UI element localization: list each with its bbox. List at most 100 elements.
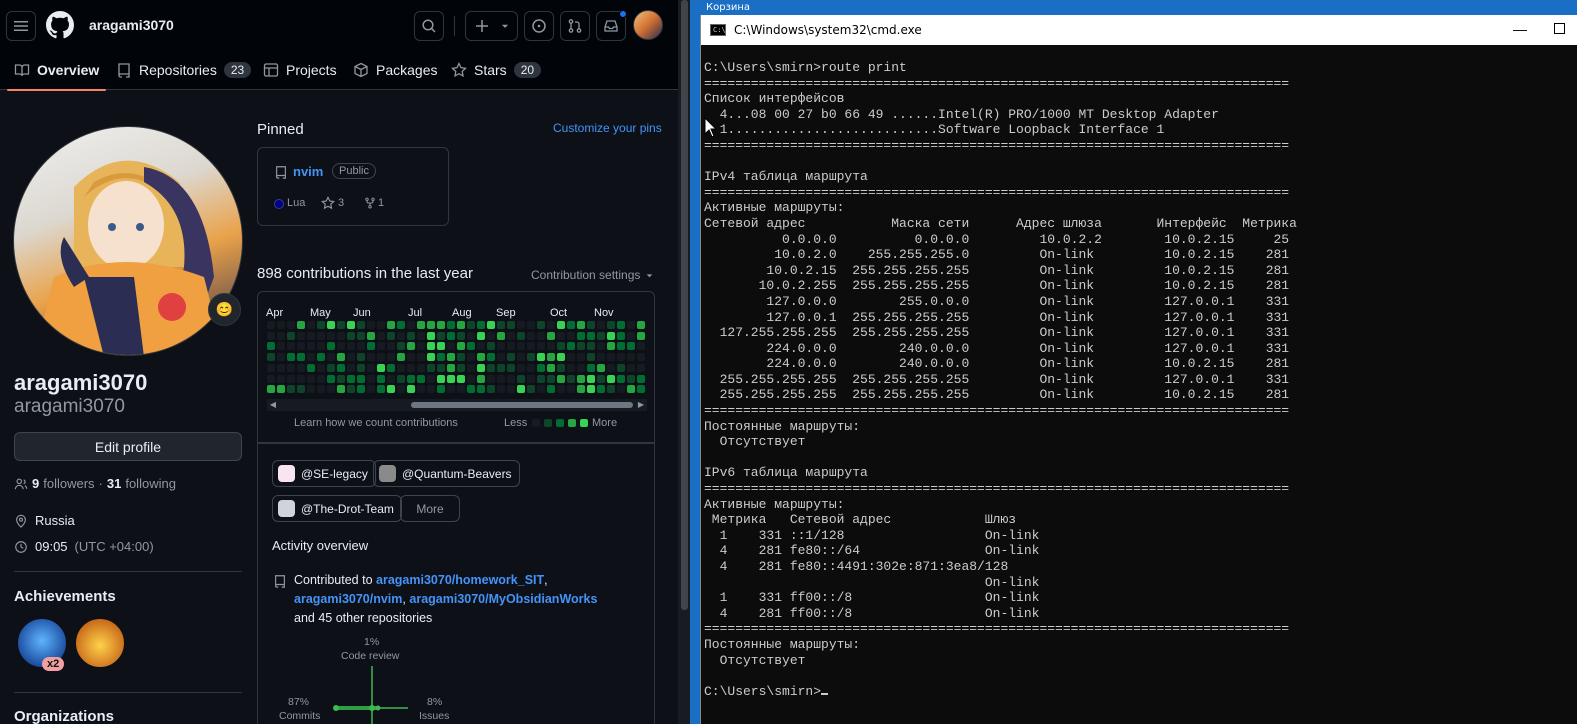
- calendar-day[interactable]: [417, 353, 425, 362]
- calendar-day[interactable]: [297, 331, 305, 340]
- calendar-day[interactable]: [287, 353, 295, 362]
- calendar-day[interactable]: [327, 342, 335, 351]
- calendar-day[interactable]: [267, 374, 275, 383]
- org-badge-quantum-beavers[interactable]: @Quantum-Beavers: [373, 460, 520, 487]
- scroll-left-icon[interactable]: ◀: [267, 399, 279, 411]
- calendar-day[interactable]: [507, 363, 515, 372]
- calendar-day[interactable]: [487, 374, 495, 383]
- calendar-day[interactable]: [357, 321, 365, 329]
- calendar-day[interactable]: [487, 353, 495, 362]
- calendar-day[interactable]: [607, 374, 615, 383]
- calendar-day[interactable]: [397, 331, 405, 340]
- calendar-day[interactable]: [377, 342, 385, 351]
- calendar-day[interactable]: [377, 353, 385, 362]
- calendar-day[interactable]: [597, 342, 605, 351]
- calendar-day[interactable]: [567, 321, 575, 329]
- calendar-day[interactable]: [317, 374, 325, 383]
- calendar-day[interactable]: [337, 363, 345, 372]
- maximize-icon[interactable]: [1554, 23, 1565, 34]
- calendar-day[interactable]: [527, 331, 535, 340]
- calendar-day[interactable]: [507, 321, 515, 329]
- calendar-day[interactable]: [407, 331, 415, 340]
- calendar-day[interactable]: [537, 331, 545, 340]
- emoji-status-icon[interactable]: 😊: [208, 293, 241, 326]
- calendar-day[interactable]: [467, 342, 475, 351]
- calendar-day[interactable]: [587, 385, 595, 394]
- page-scrollbar-thumb[interactable]: [681, 0, 688, 610]
- calendar-day[interactable]: [377, 321, 385, 329]
- calendar-day[interactable]: [447, 321, 455, 329]
- achievement-cowboy-icon[interactable]: [74, 617, 126, 669]
- calendar-day[interactable]: [307, 385, 315, 394]
- calendar-day[interactable]: [287, 374, 295, 383]
- calendar-day[interactable]: [417, 363, 425, 372]
- calendar-day[interactable]: [517, 321, 525, 329]
- calendar-day[interactable]: [317, 342, 325, 351]
- calendar-day[interactable]: [527, 353, 535, 362]
- fork-icon[interactable]: [364, 196, 376, 210]
- calendar-day[interactable]: [357, 374, 365, 383]
- calendar-day[interactable]: [517, 342, 525, 351]
- calendar-day[interactable]: [277, 353, 285, 362]
- calendar-day[interactable]: [317, 363, 325, 372]
- calendar-day[interactable]: [417, 331, 425, 340]
- contributed-repo-link[interactable]: aragami3070/homework_SIT: [376, 573, 544, 587]
- menu-button[interactable]: [6, 11, 36, 41]
- calendar-day[interactable]: [407, 321, 415, 329]
- calendar-day[interactable]: [477, 385, 485, 394]
- calendar-day[interactable]: [277, 321, 285, 329]
- calendar-day[interactable]: [327, 385, 335, 394]
- calendar-day[interactable]: [277, 385, 285, 394]
- calendar-day[interactable]: [557, 385, 565, 394]
- calendar-day[interactable]: [567, 374, 575, 383]
- calendar-day[interactable]: [617, 342, 625, 351]
- calendar-day[interactable]: [437, 342, 445, 351]
- calendar-day[interactable]: [327, 363, 335, 372]
- calendar-day[interactable]: [397, 321, 405, 329]
- calendar-day[interactable]: [277, 342, 285, 351]
- calendar-day[interactable]: [427, 342, 435, 351]
- calendar-day[interactable]: [467, 331, 475, 340]
- calendar-day[interactable]: [417, 342, 425, 351]
- calendar-day[interactable]: [357, 342, 365, 351]
- calendar-day[interactable]: [597, 331, 605, 340]
- calendar-day[interactable]: [617, 321, 625, 329]
- calendar-day[interactable]: [377, 385, 385, 394]
- calendar-day[interactable]: [347, 321, 355, 329]
- calendar-day[interactable]: [507, 342, 515, 351]
- calendar-day[interactable]: [377, 331, 385, 340]
- pinned-repo-name[interactable]: nvim: [293, 164, 323, 179]
- calendar-day[interactable]: [477, 353, 485, 362]
- calendar-day[interactable]: [457, 353, 465, 362]
- calendar-scroll-thumb[interactable]: [411, 402, 633, 408]
- calendar-day[interactable]: [497, 353, 505, 362]
- tab-packages[interactable]: Packages: [353, 50, 437, 90]
- calendar-day[interactable]: [317, 385, 325, 394]
- calendar-day[interactable]: [387, 363, 395, 372]
- calendar-day[interactable]: [507, 353, 515, 362]
- calendar-day[interactable]: [317, 353, 325, 362]
- calendar-day[interactable]: [437, 331, 445, 340]
- calendar-day[interactable]: [637, 374, 645, 383]
- calendar-day[interactable]: [407, 374, 415, 383]
- calendar-day[interactable]: [537, 363, 545, 372]
- calendar-day[interactable]: [307, 374, 315, 383]
- calendar-day[interactable]: [517, 363, 525, 372]
- calendar-day[interactable]: [267, 363, 275, 372]
- calendar-day[interactable]: [427, 331, 435, 340]
- calendar-day[interactable]: [557, 321, 565, 329]
- calendar-day[interactable]: [637, 353, 645, 362]
- calendar-day[interactable]: [267, 353, 275, 362]
- calendar-day[interactable]: [587, 353, 595, 362]
- calendar-day[interactable]: [567, 353, 575, 362]
- calendar-day[interactable]: [517, 385, 525, 394]
- calendar-day[interactable]: [477, 321, 485, 329]
- calendar-day[interactable]: [587, 363, 595, 372]
- calendar-day[interactable]: [607, 363, 615, 372]
- calendar-day[interactable]: [387, 321, 395, 329]
- calendar-day[interactable]: [637, 342, 645, 351]
- calendar-day[interactable]: [357, 331, 365, 340]
- calendar-day[interactable]: [547, 385, 555, 394]
- tab-overview[interactable]: Overview: [6, 50, 107, 91]
- calendar-day[interactable]: [617, 353, 625, 362]
